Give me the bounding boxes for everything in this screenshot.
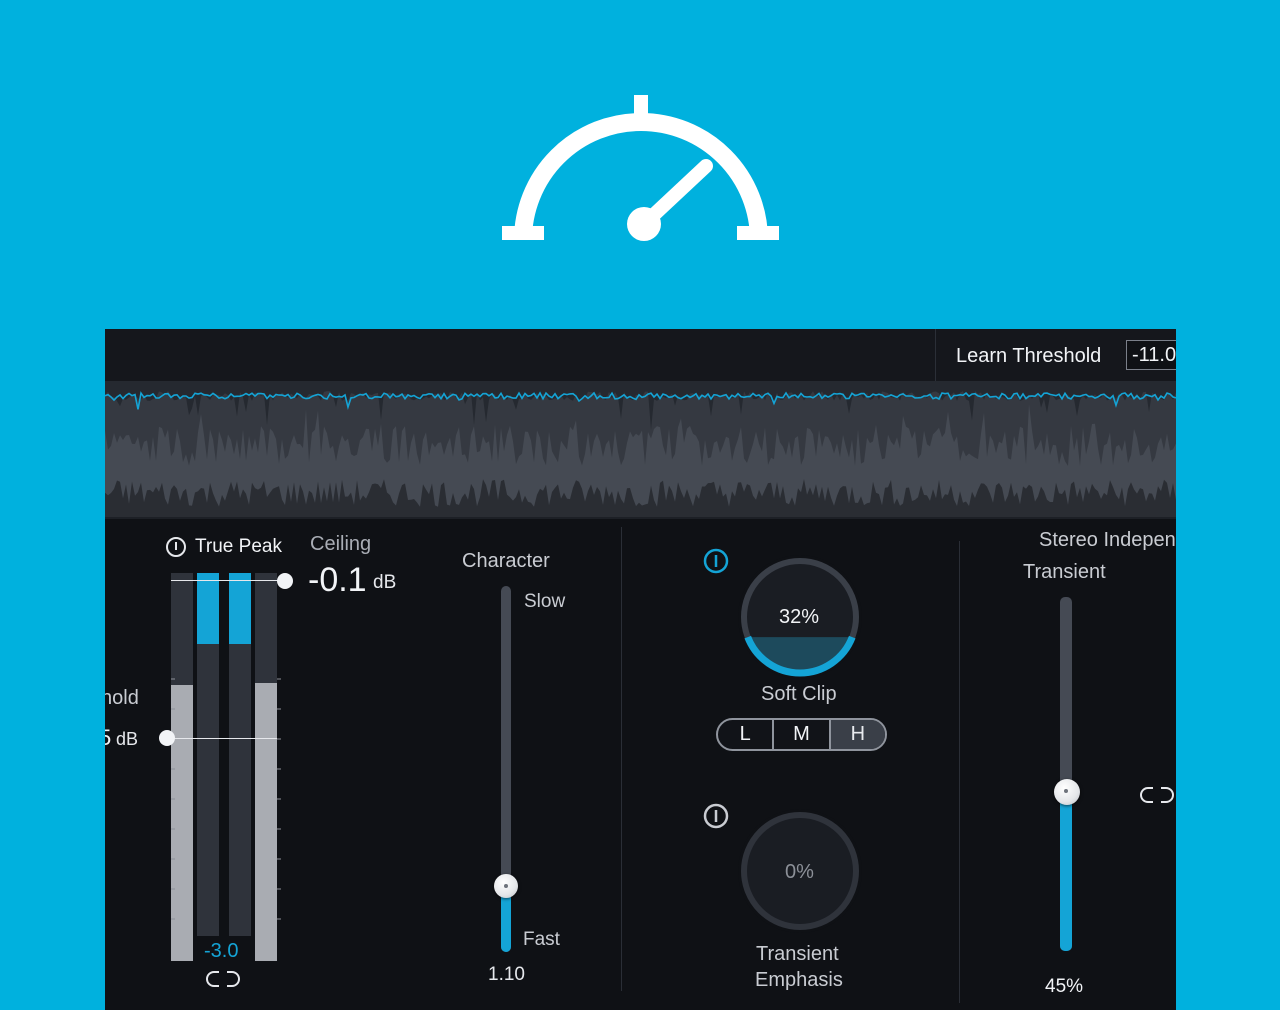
stereo-independence-header: Stereo Indepen	[1039, 529, 1176, 551]
transient-emphasis-power-icon[interactable]	[702, 802, 730, 830]
true-peak-power-icon[interactable]	[165, 536, 187, 558]
soft-clip-value: 32%	[779, 606, 820, 628]
meter-link-icon[interactable]	[205, 969, 241, 989]
meter-scale-ticks	[171, 678, 281, 920]
ceiling-unit: dB	[373, 572, 397, 593]
mode-button-h[interactable]: H	[830, 720, 885, 749]
waveform-divider	[105, 517, 1176, 519]
ceiling-handle[interactable]	[277, 573, 293, 589]
character-fast-label: Fast	[523, 929, 560, 950]
transient-emphasis-label-line2: Emphasis	[755, 969, 843, 991]
stereo-transient-slider-fill	[1060, 792, 1072, 951]
stereo-transient-value[interactable]: 45%	[1045, 976, 1083, 998]
gain-reduction-waveform	[105, 381, 1176, 517]
threshold-unit: dB	[116, 729, 139, 749]
gauge-icon	[502, 95, 779, 241]
character-slider-thumb[interactable]	[494, 874, 518, 898]
top-bar-divider	[935, 329, 936, 381]
soft-clip-label: Soft Clip	[761, 683, 837, 705]
threshold-value-partial: 5	[105, 725, 112, 750]
true-peak-label[interactable]: True Peak	[195, 536, 282, 558]
character-value[interactable]: 1.10	[488, 964, 525, 986]
threshold-line	[167, 738, 277, 739]
learn-threshold-button[interactable]: Learn Threshold	[956, 345, 1101, 368]
threshold-handle[interactable]	[159, 730, 175, 746]
stereo-link-icon[interactable]	[1139, 785, 1175, 805]
transient-emphasis-value: 0%	[785, 861, 814, 883]
ceiling-label: Ceiling	[310, 533, 372, 555]
section-divider	[621, 527, 622, 991]
stereo-transient-label: Transient	[1023, 561, 1106, 583]
mode-button-m[interactable]: M	[774, 720, 831, 749]
section-divider-2	[959, 541, 960, 1003]
ceiling-line	[171, 580, 285, 581]
stereo-transient-slider-thumb[interactable]	[1054, 779, 1080, 805]
transient-emphasis-label-line1: Transient	[756, 943, 839, 965]
gain-reduction-readout: -3.0	[204, 940, 239, 962]
character-slow-label: Slow	[524, 591, 566, 612]
mode-button-l[interactable]: L	[718, 720, 775, 749]
learn-threshold-value-field[interactable]: -11.0	[1126, 340, 1176, 370]
character-label: Character	[462, 550, 550, 572]
maximizer-plugin-panel: Learn Threshold -11.0 hold 5 dB True Pea…	[105, 329, 1176, 1010]
soft-clip-power-icon[interactable]	[702, 547, 730, 575]
threshold-label: hold	[105, 687, 139, 709]
soft-clip-mode-selector: L M H	[716, 718, 887, 751]
ceiling-value[interactable]: -0.1	[308, 561, 367, 600]
